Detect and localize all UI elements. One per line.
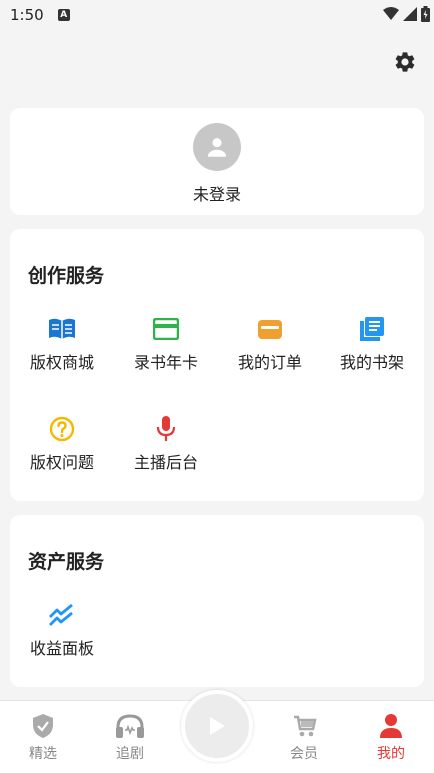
- book-icon: [48, 315, 76, 343]
- my-bookshelf-item[interactable]: 我的书架: [320, 315, 424, 373]
- nav-label: 追剧: [116, 746, 144, 762]
- signal-icon: [403, 7, 417, 21]
- notification-icon: A: [57, 9, 70, 21]
- settings-button[interactable]: [392, 49, 418, 75]
- status-bar: 1:50 A: [0, 0, 434, 30]
- avatar[interactable]: [193, 123, 241, 171]
- asset-services-title: 资产服务: [28, 551, 105, 573]
- item-label: 主播后台: [133, 453, 198, 472]
- nav-label: 会员: [290, 746, 318, 762]
- asset-services-card: 资产服务 收益面板: [10, 515, 424, 687]
- creation-services-card: 创作服务 版权商城 录书年卡 我的订单 我的书架 版权问题 主播后台: [10, 229, 424, 501]
- copyright-questions-item[interactable]: 版权问题: [10, 415, 114, 473]
- audiobook-annual-card-item[interactable]: 录书年卡: [114, 315, 218, 373]
- microphone-icon: [152, 415, 180, 443]
- nav-label: 我的: [377, 746, 405, 762]
- status-time: 1:50: [10, 6, 44, 24]
- shield-icon: [33, 714, 53, 738]
- card-icon: [152, 315, 180, 343]
- item-label: 版权商城: [29, 353, 94, 372]
- person-icon: [380, 714, 402, 738]
- gear-icon: [395, 52, 415, 72]
- play-button[interactable]: [181, 690, 253, 762]
- creation-services-title: 创作服务: [28, 265, 105, 287]
- item-label: 我的订单: [237, 353, 302, 372]
- item-label: 录书年卡: [133, 353, 198, 372]
- item-label: 我的书架: [339, 353, 404, 372]
- my-orders-item[interactable]: 我的订单: [218, 315, 322, 373]
- bookshelf-icon: [358, 315, 386, 343]
- person-icon: [207, 138, 227, 157]
- nav-item-featured[interactable]: 精选: [13, 713, 73, 763]
- copyright-mall-item[interactable]: 版权商城: [10, 315, 114, 373]
- status-icons: [383, 6, 430, 22]
- nav-item-membership[interactable]: 会员: [274, 713, 334, 763]
- play-icon: [210, 717, 225, 735]
- anchor-backend-item[interactable]: 主播后台: [114, 415, 218, 473]
- nav-item-mine[interactable]: 我的: [361, 713, 421, 763]
- headphones-icon: [116, 714, 144, 738]
- nav-label: 精选: [29, 746, 57, 762]
- cart-icon: [294, 715, 317, 737]
- item-label: 版权问题: [29, 453, 94, 472]
- wifi-icon: [383, 7, 399, 20]
- login-status-label[interactable]: 未登录: [193, 181, 241, 205]
- trend-icon: [48, 601, 76, 629]
- profile-card: 未登录: [10, 108, 424, 215]
- item-label: 收益面板: [29, 639, 94, 658]
- battery-icon: [421, 6, 430, 22]
- wallet-icon: [256, 315, 284, 343]
- earnings-panel-item[interactable]: 收益面板: [10, 601, 114, 659]
- nav-item-series[interactable]: 追剧: [100, 713, 160, 763]
- question-icon: [48, 415, 76, 443]
